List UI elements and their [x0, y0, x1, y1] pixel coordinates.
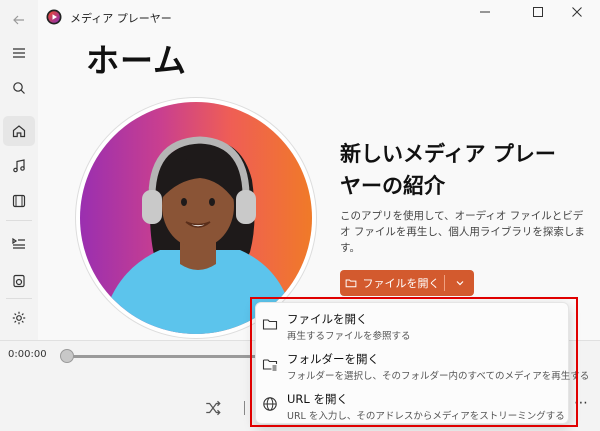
back-button[interactable]: [3, 5, 35, 35]
app-title: メディア プレーヤー: [70, 12, 172, 25]
globe-icon: [263, 397, 277, 411]
open-file-split-button: ファイルを開く: [340, 270, 474, 296]
folder-icon: [262, 319, 278, 330]
nav-music[interactable]: [3, 151, 35, 181]
hamburger-icon: [13, 48, 25, 58]
menu-item-description: URL を入力し、そのアドレスからメディアをストリーミングする: [287, 411, 565, 422]
intro-description: このアプリを使用して、オーディオ ファイルとビデオ ファイルを再生し、個人用ライ…: [340, 210, 585, 254]
maximize-icon: [533, 7, 543, 17]
gear-icon: [12, 311, 26, 325]
open-file-dropdown-button[interactable]: [445, 270, 474, 296]
menu-button[interactable]: [3, 38, 35, 68]
menu-item-open-folder[interactable]: フォルダーを開く フォルダーを選択し、そのフォルダー内のすべてのメディアを再生す…: [256, 345, 589, 385]
hero-illustration: [80, 102, 312, 334]
intro-title: 新しいメディア プレーヤーの紹介: [340, 142, 556, 198]
shuffle-icon[interactable]: [204, 399, 222, 417]
main-content: メディア プレーヤー ホーム 新しいメディア プレーヤーの紹介 このアプリを使用…: [38, 0, 600, 340]
close-icon: [572, 7, 582, 17]
film-icon: [12, 194, 26, 208]
settings-button[interactable]: [3, 303, 35, 333]
seek-bar[interactable]: [60, 349, 262, 363]
menu-item-description: 再生するファイルを参照する: [287, 331, 411, 342]
media-player-logo-icon: [46, 9, 62, 25]
menu-item-label: URL を開く: [287, 392, 348, 406]
current-time: 0:00:00: [8, 349, 47, 360]
sidebar-divider: [6, 220, 32, 221]
menu-item-label: ファイルを開く: [287, 312, 368, 326]
menu-item-open-file[interactable]: ファイルを開く 再生するファイルを参照する: [256, 305, 568, 345]
open-file-button-label: ファイルを開く: [362, 277, 440, 290]
menu-item-description: フォルダーを選択し、そのフォルダー内のすべてのメディアを再生する: [287, 371, 590, 382]
nav-play-queue[interactable]: [3, 228, 35, 258]
player-divider: [244, 401, 245, 415]
search-icon: [13, 82, 25, 94]
person-with-headphones-illustration: [100, 136, 295, 334]
search-button[interactable]: [3, 73, 35, 103]
folder-icon: [345, 279, 356, 288]
folder-list-icon: [262, 359, 278, 371]
menu-item-label: フォルダーを開く: [287, 352, 379, 366]
menu-item-open-url[interactable]: URL を開く URL を入力し、そのアドレスからメディアをストリーミングする: [256, 385, 568, 425]
playlist-icon: [12, 237, 25, 249]
nav-home[interactable]: [3, 116, 35, 146]
more-options-icon[interactable]: ⋯: [574, 395, 589, 411]
page-title: ホーム: [86, 41, 188, 80]
music-note-icon: [13, 159, 25, 173]
home-icon: [12, 125, 26, 138]
open-file-menu: ファイルを開く 再生するファイルを参照する フォルダーを開く フォルダーを選択し…: [255, 302, 589, 425]
title-bar: メディア プレーヤー: [38, 0, 600, 34]
nav-video[interactable]: [3, 186, 35, 216]
chevron-down-icon: [456, 281, 463, 286]
open-file-button[interactable]: ファイルを開く: [340, 270, 444, 296]
sidebar-divider: [6, 298, 32, 299]
seek-thumb[interactable]: [60, 349, 74, 363]
speaker-icon: [13, 274, 25, 288]
minimize-button[interactable]: [462, 0, 508, 24]
minimize-icon: [480, 11, 490, 13]
back-arrow-icon: [13, 15, 24, 25]
close-button[interactable]: [554, 0, 600, 24]
navigation-sidebar: [0, 0, 38, 340]
nav-playlists[interactable]: [3, 266, 35, 296]
